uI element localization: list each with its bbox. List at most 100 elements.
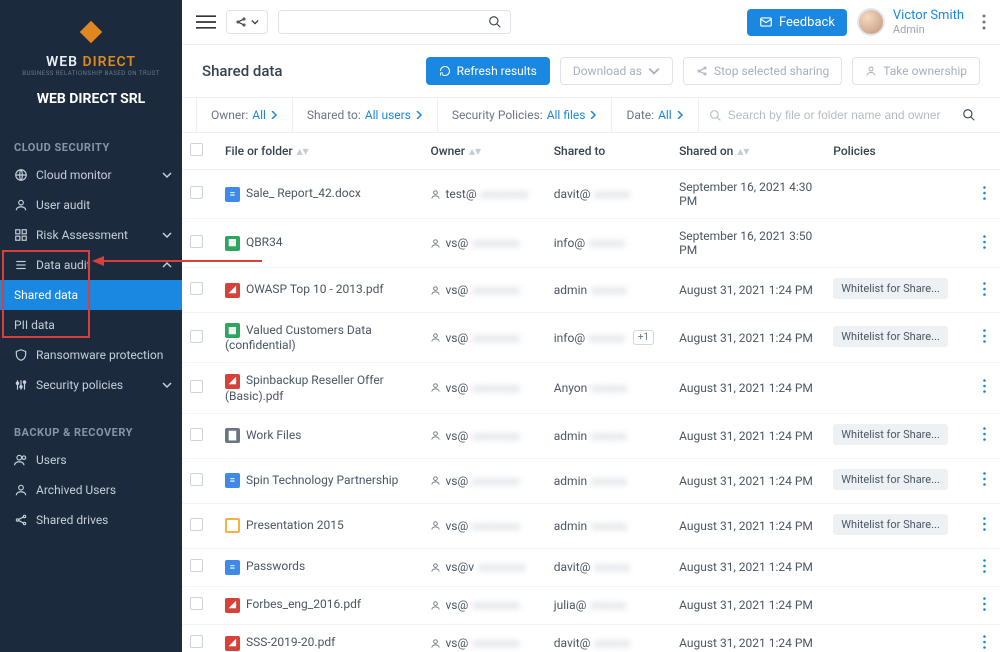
column-header-owner[interactable]: Owner — [430, 144, 465, 158]
row-checkbox[interactable] — [190, 559, 203, 572]
table-row[interactable]: ▇Work Filesvs@xxxxxxxxadminxxxxxxAugust … — [182, 413, 1000, 458]
row-checkbox[interactable] — [190, 428, 203, 441]
shared-date: September 16, 2021 3:50 PM — [679, 229, 812, 257]
sidebar-item-security-policies[interactable]: Security policies — [0, 370, 182, 400]
sidebar-item-shared-drives[interactable]: Shared drives — [0, 505, 182, 535]
column-header-policy[interactable]: Policies — [833, 144, 875, 158]
row-more-icon[interactable] — [983, 472, 986, 486]
row-checkbox[interactable] — [190, 473, 203, 486]
feedback-button[interactable]: Feedback — [747, 9, 847, 36]
folder-icon: ▇ — [225, 428, 240, 443]
row-more-icon[interactable] — [983, 559, 986, 573]
search-submit-icon[interactable] — [962, 108, 976, 122]
shield-icon — [14, 348, 28, 362]
data-table-wrapper[interactable]: File or folder ▴▾ Owner ▴▾ Shared to Share… — [182, 133, 1000, 652]
shared-value: info@ — [554, 331, 585, 345]
row-checkbox[interactable] — [190, 518, 203, 531]
table-row[interactable]: ◢OWASP Top 10 - 2013.pdfvs@xxxxxxxxadmin… — [182, 268, 1000, 313]
row-more-icon[interactable] — [983, 235, 986, 249]
feedback-label: Feedback — [779, 15, 835, 30]
policy-pill[interactable]: Whitelist for Share... — [833, 424, 948, 445]
file-name: Forbes_eng_2016.pdf — [246, 597, 361, 611]
table-row[interactable]: ◢SSS-2019-20.pdfvs@xxxxxxxxdavit@xxxxxxA… — [182, 624, 1000, 652]
table-row[interactable]: ◢Forbes_eng_2016.pdfvs@xxxxxxxxjulia@xxx… — [182, 586, 1000, 624]
sidebar-item-label: Cloud monitor — [36, 168, 112, 182]
row-checkbox[interactable] — [190, 380, 203, 393]
filter-policies[interactable]: Security Policies: All files — [438, 98, 613, 132]
pdf-file-icon: ◢ — [225, 374, 240, 389]
user-menu[interactable]: Victor Smith Admin — [857, 8, 964, 36]
sort-icon[interactable]: ▴▾ — [469, 144, 477, 158]
sidebar-item-users[interactable]: Users — [0, 445, 182, 475]
row-checkbox[interactable] — [190, 635, 203, 648]
sort-icon[interactable]: ▴▾ — [737, 144, 745, 158]
row-checkbox[interactable] — [190, 330, 203, 343]
row-more-icon[interactable] — [983, 282, 986, 296]
table-row[interactable]: ▦QBR34vs@xxxxxxxxinfo@xxxxxxSeptember 16… — [182, 219, 1000, 268]
brand-logo-icon — [77, 18, 105, 46]
row-more-icon[interactable] — [983, 379, 986, 393]
table-row[interactable]: ≡Spin Technology Partnershipvs@xxxxxxxxa… — [182, 458, 1000, 503]
sidebar-item-risk-assessment[interactable]: Risk Assessment — [0, 220, 182, 250]
share-dropdown[interactable] — [226, 10, 268, 34]
mail-icon — [759, 15, 773, 29]
redacted-text: xxxxxxxx — [472, 474, 520, 488]
sidebar-item-label: Security policies — [36, 378, 123, 392]
table-row[interactable]: ≡Passwordsvs@vxxxxxxxxdavit@xxxxxxAugust… — [182, 548, 1000, 586]
table-row[interactable]: Presentation 2015vs@xxxxxxxxadminxxxxxxA… — [182, 503, 1000, 548]
row-more-icon[interactable] — [983, 597, 986, 611]
user-icon — [14, 198, 28, 212]
column-header-shared[interactable]: Shared to — [554, 144, 605, 158]
pdf-file-icon: ◢ — [225, 283, 240, 298]
sidebar-item-data-audit[interactable]: Data audit — [0, 250, 182, 280]
filter-owner[interactable]: Owner: All — [196, 98, 293, 132]
row-more-icon[interactable] — [983, 517, 986, 531]
table-row[interactable]: ▦Valued Customers Data (confidential)vs@… — [182, 313, 1000, 363]
policy-pill[interactable]: Whitelist for Share... — [833, 278, 948, 299]
sidebar-item-pii-data[interactable]: PII data — [0, 310, 182, 340]
sort-icon[interactable]: ▴▾ — [297, 144, 305, 158]
file-name: OWASP Top 10 - 2013.pdf — [246, 282, 384, 296]
sidebar-item-label: PII data — [14, 318, 55, 332]
policy-pill[interactable]: Whitelist for Share... — [833, 469, 948, 490]
policy-pill[interactable]: Whitelist for Share... — [833, 514, 948, 535]
table-row[interactable]: ≡Sale_ Report_42.docxtest@xxxxxxxxdavit@… — [182, 170, 1000, 219]
sidebar-item-shared-data[interactable]: Shared data — [0, 280, 182, 310]
sidebar-item-cloud-monitor[interactable]: Cloud monitor — [0, 160, 182, 190]
filter-shared-to[interactable]: Shared to: All users — [293, 98, 438, 132]
row-more-icon[interactable] — [983, 635, 986, 649]
column-header-file[interactable]: File or folder — [225, 144, 293, 158]
table-row[interactable]: ◢Spinbackup Reseller Offer (Basic).pdfvs… — [182, 363, 1000, 413]
table-search-input[interactable] — [728, 108, 956, 122]
shared-date: August 31, 2021 1:24 PM — [679, 560, 813, 574]
row-more-icon[interactable] — [983, 329, 986, 343]
row-checkbox[interactable] — [190, 282, 203, 295]
select-all-checkbox[interactable] — [190, 143, 203, 156]
row-checkbox[interactable] — [190, 235, 203, 248]
take-ownership-button[interactable]: Take ownership — [852, 57, 980, 85]
sidebar-item-user-audit[interactable]: User audit — [0, 190, 182, 220]
refresh-button[interactable]: Refresh results — [426, 57, 550, 85]
table-search[interactable] — [699, 108, 986, 122]
filter-date[interactable]: Date: All — [612, 98, 698, 132]
topbar-more-icon[interactable] — [982, 14, 986, 30]
menu-toggle-icon[interactable] — [196, 14, 216, 30]
caret-right-icon — [415, 111, 423, 119]
policy-pill[interactable]: Whitelist for Share... — [833, 326, 948, 347]
row-checkbox[interactable] — [190, 186, 203, 199]
redacted-text: xxxxxxxx — [481, 187, 529, 201]
stop-sharing-button[interactable]: Stop selected sharing — [683, 57, 842, 85]
download-button[interactable]: Download as — [560, 57, 673, 85]
global-search[interactable] — [278, 10, 511, 34]
sidebar-item-ransomware-protection[interactable]: Ransomware protection — [0, 340, 182, 370]
sidebar-item-label: Shared data — [14, 288, 78, 302]
column-header-date[interactable]: Shared on — [679, 144, 733, 158]
drawing-file-icon — [225, 518, 240, 533]
sidebar-item-archived-users[interactable]: Archived Users — [0, 475, 182, 505]
global-search-input[interactable] — [287, 15, 488, 29]
row-more-icon[interactable] — [983, 427, 986, 441]
file-name: Passwords — [246, 559, 305, 573]
plus-badge[interactable]: +1 — [633, 330, 654, 345]
row-more-icon[interactable] — [983, 186, 986, 200]
row-checkbox[interactable] — [190, 597, 203, 610]
